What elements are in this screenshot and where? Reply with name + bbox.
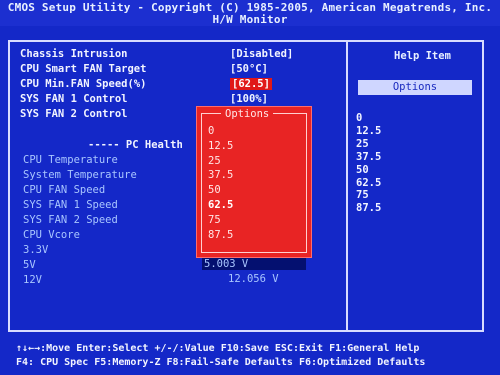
health-5v-value: 5.003 V (202, 258, 306, 270)
health-cpu-vcore-label: CPU Vcore (23, 229, 80, 241)
help-option-item: 0 (356, 112, 363, 124)
setting-cpu-min-fan-speed-label[interactable]: CPU Min.FAN Speed(%) (20, 78, 146, 90)
help-options-label: Options (358, 80, 472, 95)
help-option-item: 25 (356, 137, 369, 150)
setting-sys-fan2-control-label[interactable]: SYS FAN 2 Control (20, 108, 127, 120)
help-option-item: 75 (356, 189, 369, 202)
health-cpu-fan-speed-label: CPU FAN Speed (23, 184, 106, 196)
setting-cpu-smart-fan-target-value[interactable]: [50°C] (230, 63, 268, 75)
options-popup-title: Options (221, 108, 274, 120)
pc-health-heading: ----- PC Health (88, 139, 183, 151)
health-3v3-label: 3.3V (23, 244, 49, 256)
panel-divider (346, 40, 348, 332)
options-list: 0 12.5 25 37.5 50 62.5 75 87.5 (208, 124, 233, 242)
option-item[interactable]: 25 (208, 154, 233, 169)
health-12v-value: 12.056 V (228, 273, 279, 285)
setting-chassis-intrusion-value[interactable]: [Disabled] (230, 48, 293, 60)
setting-chassis-intrusion-label[interactable]: Chassis Intrusion (20, 48, 127, 60)
help-option-item: 37.5 (356, 150, 382, 163)
option-item[interactable]: 12.5 (208, 139, 233, 154)
bios-screen: CMOS Setup Utility - Copyright (C) 1985-… (0, 0, 500, 375)
option-item[interactable]: 0 (208, 124, 233, 139)
help-title: Help Item (394, 50, 451, 62)
setting-sys-fan1-control-value[interactable]: [100%] (230, 93, 268, 105)
help-option-item: 12.5 (356, 124, 382, 137)
health-5v-label: 5V (23, 259, 36, 271)
setting-sys-fan1-control-label[interactable]: SYS FAN 1 Control (20, 93, 127, 105)
key-legend: ↑↓←→:Move Enter:Select +/-/:Value F10:Sa… (0, 340, 500, 375)
help-option-item: 50 (356, 163, 369, 176)
key-legend-line2: F4: CPU Spec F5:Memory-Z F8:Fail-Safe De… (16, 357, 426, 368)
page-title: H/W Monitor (212, 13, 288, 26)
help-option-item: 87.5 (356, 202, 382, 215)
health-sys-fan2-speed-label: SYS FAN 2 Speed (23, 214, 118, 226)
key-legend-line1: ↑↓←→:Move Enter:Select +/-/:Value F10:Sa… (16, 343, 420, 354)
help-option-item: 62.5 (356, 176, 382, 189)
option-item[interactable]: 75 (208, 213, 233, 228)
title-bar: CMOS Setup Utility - Copyright (C) 1985-… (0, 0, 500, 26)
option-item-selected[interactable]: 62.5 (208, 198, 233, 213)
health-system-temperature-label: System Temperature (23, 169, 137, 181)
setting-cpu-min-fan-speed-value[interactable]: [62.5] (230, 78, 272, 90)
health-sys-fan1-speed-label: SYS FAN 1 Speed (23, 199, 118, 211)
option-item[interactable]: 50 (208, 183, 233, 198)
health-cpu-temperature-label: CPU Temperature (23, 154, 118, 166)
health-12v-label: 12V (23, 274, 42, 286)
help-options-list: 0 12.5 25 37.5 50 62.5 75 87.5 (356, 112, 381, 215)
option-item[interactable]: 37.5 (208, 168, 233, 183)
option-item[interactable]: 87.5 (208, 228, 233, 243)
setting-cpu-smart-fan-target-label[interactable]: CPU Smart FAN Target (20, 63, 146, 75)
